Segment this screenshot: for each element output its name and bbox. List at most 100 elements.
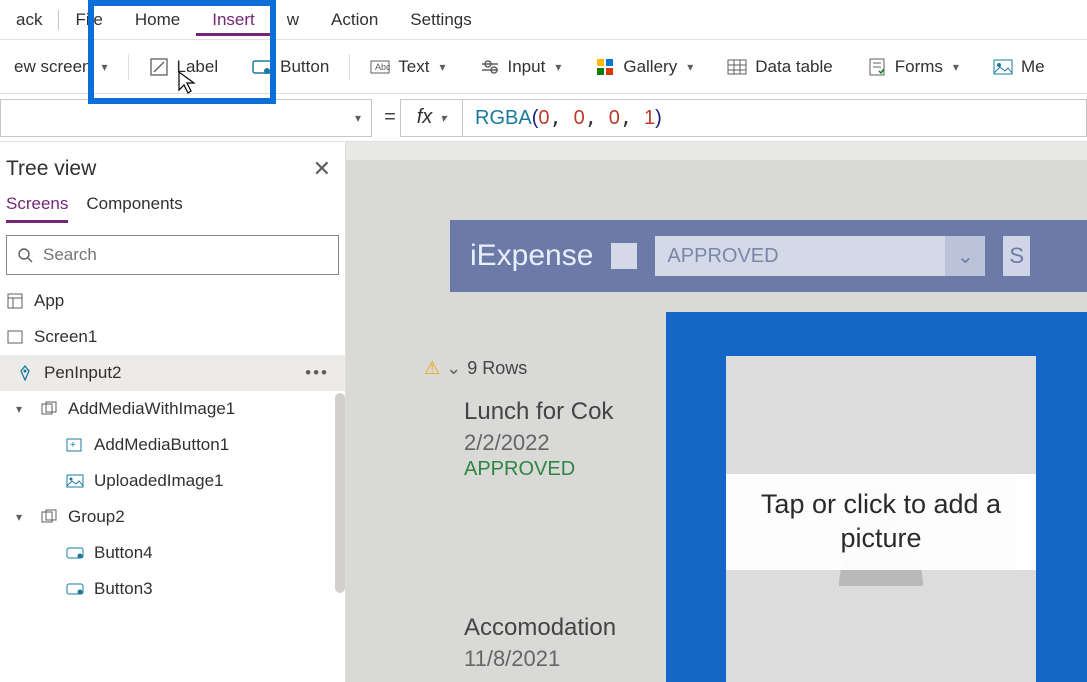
svg-text:+: + xyxy=(70,440,76,451)
item-date: 11/8/2021 xyxy=(464,646,694,672)
rows-indicator: ⚠ ⌄ 9 Rows xyxy=(424,358,527,379)
chevron-down-icon: ▾ xyxy=(101,60,107,74)
input-icon xyxy=(480,57,500,77)
forms-label: Forms xyxy=(895,57,943,77)
gallery-button[interactable]: Gallery ▾ xyxy=(581,51,707,83)
tree-node-button3[interactable]: Button3 xyxy=(0,571,345,607)
text-button[interactable]: Abc Text ▾ xyxy=(356,51,459,83)
group-icon xyxy=(40,508,58,526)
screen-icon xyxy=(6,328,24,346)
tree-label: Group2 xyxy=(68,507,125,527)
group-icon xyxy=(40,400,58,418)
menu-bar: ack File Home Insert w Action Settings xyxy=(0,0,1087,40)
new-screen-button[interactable]: ew screen ▾ xyxy=(0,51,122,83)
chevron-down-icon[interactable]: ▾ xyxy=(16,402,30,416)
status-dropdown[interactable]: APPROVED ⌄ xyxy=(655,236,985,276)
tree-label: PenInput2 xyxy=(44,363,122,383)
item-status: APPROVED xyxy=(464,458,694,481)
fx-button[interactable]: fx ▾ xyxy=(401,100,463,136)
data-table-button[interactable]: Data table xyxy=(713,51,847,83)
list-item[interactable]: Lunch for Cok 2/2/2022 APPROVED xyxy=(464,398,694,481)
item-title: Lunch for Cok xyxy=(464,398,694,426)
tree-view-pane: Tree view ✕ Screens Components App xyxy=(0,142,346,682)
search-icon xyxy=(17,247,33,263)
chevron-down-icon: ▾ xyxy=(439,60,445,74)
app-title: iExpense xyxy=(470,239,593,273)
input-button[interactable]: Input ▾ xyxy=(466,51,576,83)
formula-input[interactable]: RGBA(0, 0, 0, 1) xyxy=(463,105,674,130)
app-header: iExpense APPROVED ⌄ S xyxy=(450,220,1087,292)
search-box[interactable] xyxy=(6,235,339,275)
tree-node-button4[interactable]: Button4 xyxy=(0,535,345,571)
forms-icon xyxy=(867,57,887,77)
media-label: Me xyxy=(1021,57,1045,77)
tree-view-title: Tree view xyxy=(6,157,96,181)
tree-label: UploadedImage1 xyxy=(94,471,223,491)
tree-node-app[interactable]: App xyxy=(0,283,345,319)
tab-screens[interactable]: Screens xyxy=(6,194,68,223)
header-checkbox[interactable] xyxy=(611,243,637,269)
ribbon: ew screen ▾ Label Button Abc Text ▾ Inpu… xyxy=(0,40,1087,94)
tree-node-peninput2[interactable]: PenInput2 ••• xyxy=(0,355,345,391)
tab-components[interactable]: Components xyxy=(86,194,182,223)
tree-label: Screen1 xyxy=(34,327,97,347)
image-icon xyxy=(66,472,84,490)
main-area: Tree view ✕ Screens Components App xyxy=(0,142,1087,682)
svg-text:Abc: Abc xyxy=(375,62,390,72)
menu-back[interactable]: ack xyxy=(0,4,58,36)
button-icon xyxy=(66,544,84,562)
property-dropdown[interactable]: ▾ xyxy=(0,99,372,137)
warning-icon: ⚠ xyxy=(424,358,440,379)
tree-label: Button3 xyxy=(94,579,153,599)
tree-node-uploadedimage1[interactable]: UploadedImage1 xyxy=(0,463,345,499)
chevron-down-icon[interactable]: ▾ xyxy=(16,510,30,524)
search-button[interactable]: S xyxy=(1003,236,1030,276)
chevron-down-icon: ▾ xyxy=(355,111,361,125)
scrollbar[interactable] xyxy=(335,393,345,593)
chevron-down-icon: ▾ xyxy=(953,60,959,74)
button-button[interactable]: Button xyxy=(238,51,343,83)
text-label: Text xyxy=(398,57,429,77)
canvas[interactable]: iExpense APPROVED ⌄ S Tap or click to ad… xyxy=(346,142,1087,682)
chevron-down-icon[interactable]: ⌄ xyxy=(446,358,461,379)
item-title: Accomodation xyxy=(464,614,694,642)
chevron-down-icon: ▾ xyxy=(440,111,446,125)
chevron-down-icon: ⌄ xyxy=(945,236,985,276)
tree-node-group2[interactable]: ▾ Group2 xyxy=(0,499,345,535)
add-picture-card[interactable]: Tap or click to add a picture xyxy=(726,356,1036,682)
menu-action[interactable]: Action xyxy=(315,4,394,36)
media-icon xyxy=(993,57,1013,77)
tree-label: AddMediaWithImage1 xyxy=(68,399,235,419)
media-button[interactable]: Me xyxy=(979,51,1059,83)
tree-node-addmediabutton1[interactable]: + AddMediaButton1 xyxy=(0,427,345,463)
chevron-down-icon: ▾ xyxy=(555,60,561,74)
menu-settings[interactable]: Settings xyxy=(394,4,487,36)
more-icon[interactable]: ••• xyxy=(305,363,339,383)
add-picture-text: Tap or click to add a picture xyxy=(726,474,1036,570)
pen-icon xyxy=(16,364,34,382)
dropdown-value: APPROVED xyxy=(667,245,778,268)
new-screen-label: ew screen xyxy=(14,57,91,77)
menu-insert[interactable]: Insert xyxy=(196,4,271,36)
search-input[interactable] xyxy=(43,245,328,265)
forms-button[interactable]: Forms ▾ xyxy=(853,51,973,83)
canvas-top-strip xyxy=(346,142,1087,160)
data-table-icon xyxy=(727,57,747,77)
input-label: Input xyxy=(508,57,546,77)
tree-node-screen1[interactable]: Screen1 xyxy=(0,319,345,355)
button-icon xyxy=(66,580,84,598)
tree-label: Button4 xyxy=(94,543,153,563)
menu-file[interactable]: File xyxy=(59,4,118,36)
button-label: Button xyxy=(280,57,329,77)
close-icon[interactable]: ✕ xyxy=(313,156,339,182)
rows-label: 9 Rows xyxy=(467,358,527,379)
tree-label: App xyxy=(34,291,64,311)
menu-view[interactable]: w xyxy=(271,4,315,36)
menu-home[interactable]: Home xyxy=(119,4,196,36)
button-icon xyxy=(252,57,272,77)
tree-node-addmediawithimage1[interactable]: ▾ AddMediaWithImage1 xyxy=(0,391,345,427)
fn-name: RGBA xyxy=(475,107,532,129)
add-media-icon: + xyxy=(66,436,84,454)
item-date: 2/2/2022 xyxy=(464,430,694,456)
list-item[interactable]: Accomodation 11/8/2021 xyxy=(464,614,694,672)
